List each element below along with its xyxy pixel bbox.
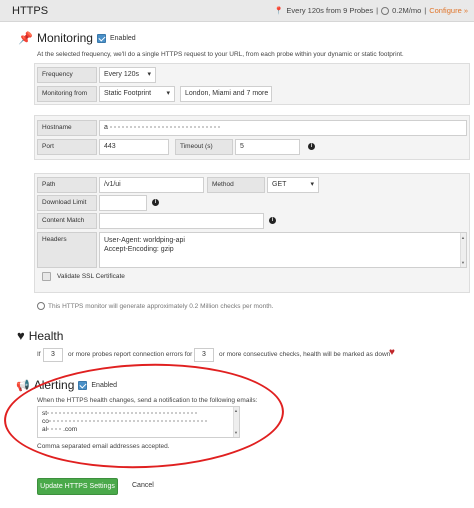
checks-note: This HTTPS monitor will generate approxi…: [37, 302, 273, 310]
megaphone-icon: 📢: [16, 379, 30, 392]
frequency-panel: Frequency Every 120s Monitoring from Sta…: [34, 63, 470, 105]
alerting-section-title: 📢 Alerting Enabled: [16, 378, 118, 392]
host-panel: Hostname a Port 443 Timeout (s) 5 i: [34, 115, 470, 160]
cancel-button[interactable]: Cancel: [132, 482, 154, 489]
health-if-text: If: [37, 351, 41, 358]
emails-note: Comma separated email addresses accepted…: [37, 443, 170, 450]
emails-scrollbar[interactable]: [233, 407, 239, 437]
no-entry-icon: [381, 6, 390, 15]
validate-ssl-row: Validate SSL Certificate: [42, 272, 125, 281]
download-limit-label: Download Limit: [37, 195, 97, 211]
download-limit-input[interactable]: [99, 195, 147, 211]
port-input[interactable]: 443: [99, 139, 169, 155]
header-bar: HTTPS 📍 Every 120s from 9 Probes | 0.2M/…: [0, 0, 474, 22]
update-https-settings-button[interactable]: Update HTTPS Settings: [37, 478, 118, 495]
content-match-input[interactable]: [99, 213, 264, 229]
monitoring-section-title: 📌 Monitoring Enabled: [18, 31, 136, 45]
headers-line-1: User-Agent: worldping-api: [104, 237, 185, 244]
monitoring-from-select[interactable]: Static Footprint: [99, 86, 175, 102]
path-input[interactable]: /v1/ui: [99, 177, 204, 193]
alert-emails-textarea[interactable]: st co al .com: [37, 406, 240, 438]
locations-input[interactable]: London, Miami and 7 more: [180, 86, 272, 102]
health-middle-text: or more probes report connection errors …: [68, 351, 193, 358]
monitoring-description: At the selected frequency, we'll do a si…: [37, 51, 404, 58]
checks-note-text: This HTTPS monitor will generate approxi…: [48, 302, 274, 310]
content-match-label: Content Match: [37, 213, 97, 229]
email-line-3: al .com: [42, 426, 78, 433]
health-section-title: ♥ Health: [17, 328, 64, 343]
health-end-text: or more consecutive checks, health will …: [219, 351, 391, 358]
hostname-value: a: [104, 124, 108, 131]
pushpin-icon: 📌: [18, 31, 33, 45]
hostname-redaction: [109, 126, 220, 129]
request-panel: Path /v1/ui Method GET Download Limit i …: [34, 173, 470, 293]
path-label: Path: [37, 177, 97, 193]
port-label: Port: [37, 139, 97, 155]
method-select[interactable]: GET: [267, 177, 319, 193]
headers-label: Headers: [37, 232, 97, 268]
headers-line-2: Accept-Encoding: gzip: [104, 246, 174, 253]
timeout-info-icon[interactable]: i: [308, 143, 315, 150]
header-meta: 📍 Every 120s from 9 Probes | 0.2M/mo | C…: [274, 6, 468, 15]
timeout-label: Timeout (s): [175, 139, 233, 155]
alerting-enabled-checkbox[interactable]: [78, 380, 88, 390]
monitoring-from-label: Monitoring from: [37, 86, 97, 102]
headers-scrollbar[interactable]: [460, 233, 466, 267]
content-match-info-icon[interactable]: i: [269, 217, 276, 224]
validate-ssl-checkbox[interactable]: [42, 272, 51, 281]
headers-textarea[interactable]: User-Agent: worldping-api Accept-Encodin…: [99, 232, 467, 268]
gauge-icon: [37, 302, 45, 310]
download-limit-info-icon[interactable]: i: [152, 199, 159, 206]
heart-icon: ♥: [17, 328, 25, 343]
timeout-input[interactable]: 5: [235, 139, 300, 155]
probes-count-input[interactable]: 3: [43, 348, 63, 362]
hostname-input[interactable]: a: [99, 120, 467, 136]
email-line-1: st: [42, 410, 235, 418]
frequency-select[interactable]: Every 120s: [99, 67, 156, 83]
frequency-label: Frequency: [37, 67, 97, 83]
validate-ssl-label: Validate SSL Certificate: [57, 273, 125, 280]
monitoring-enabled-label: Enabled: [109, 34, 136, 42]
method-label: Method: [207, 177, 265, 193]
alerting-description: When the HTTPS health changes, send a no…: [37, 397, 258, 404]
email-line-2: co: [42, 418, 235, 426]
hostname-label: Hostname: [37, 120, 97, 136]
page-title: HTTPS: [12, 5, 49, 17]
alerting-enabled-label: Enabled: [91, 381, 118, 389]
broken-heart-icon: ♥: [389, 347, 395, 358]
cost-summary: 0.2M/mo: [392, 6, 422, 15]
frequency-summary: Every 120s from 9 Probes: [286, 6, 374, 15]
pin-icon: 📍: [274, 6, 284, 15]
checks-count-input[interactable]: 3: [194, 348, 214, 362]
configure-link[interactable]: Configure »: [429, 6, 468, 15]
monitoring-enabled-checkbox[interactable]: [96, 33, 106, 43]
